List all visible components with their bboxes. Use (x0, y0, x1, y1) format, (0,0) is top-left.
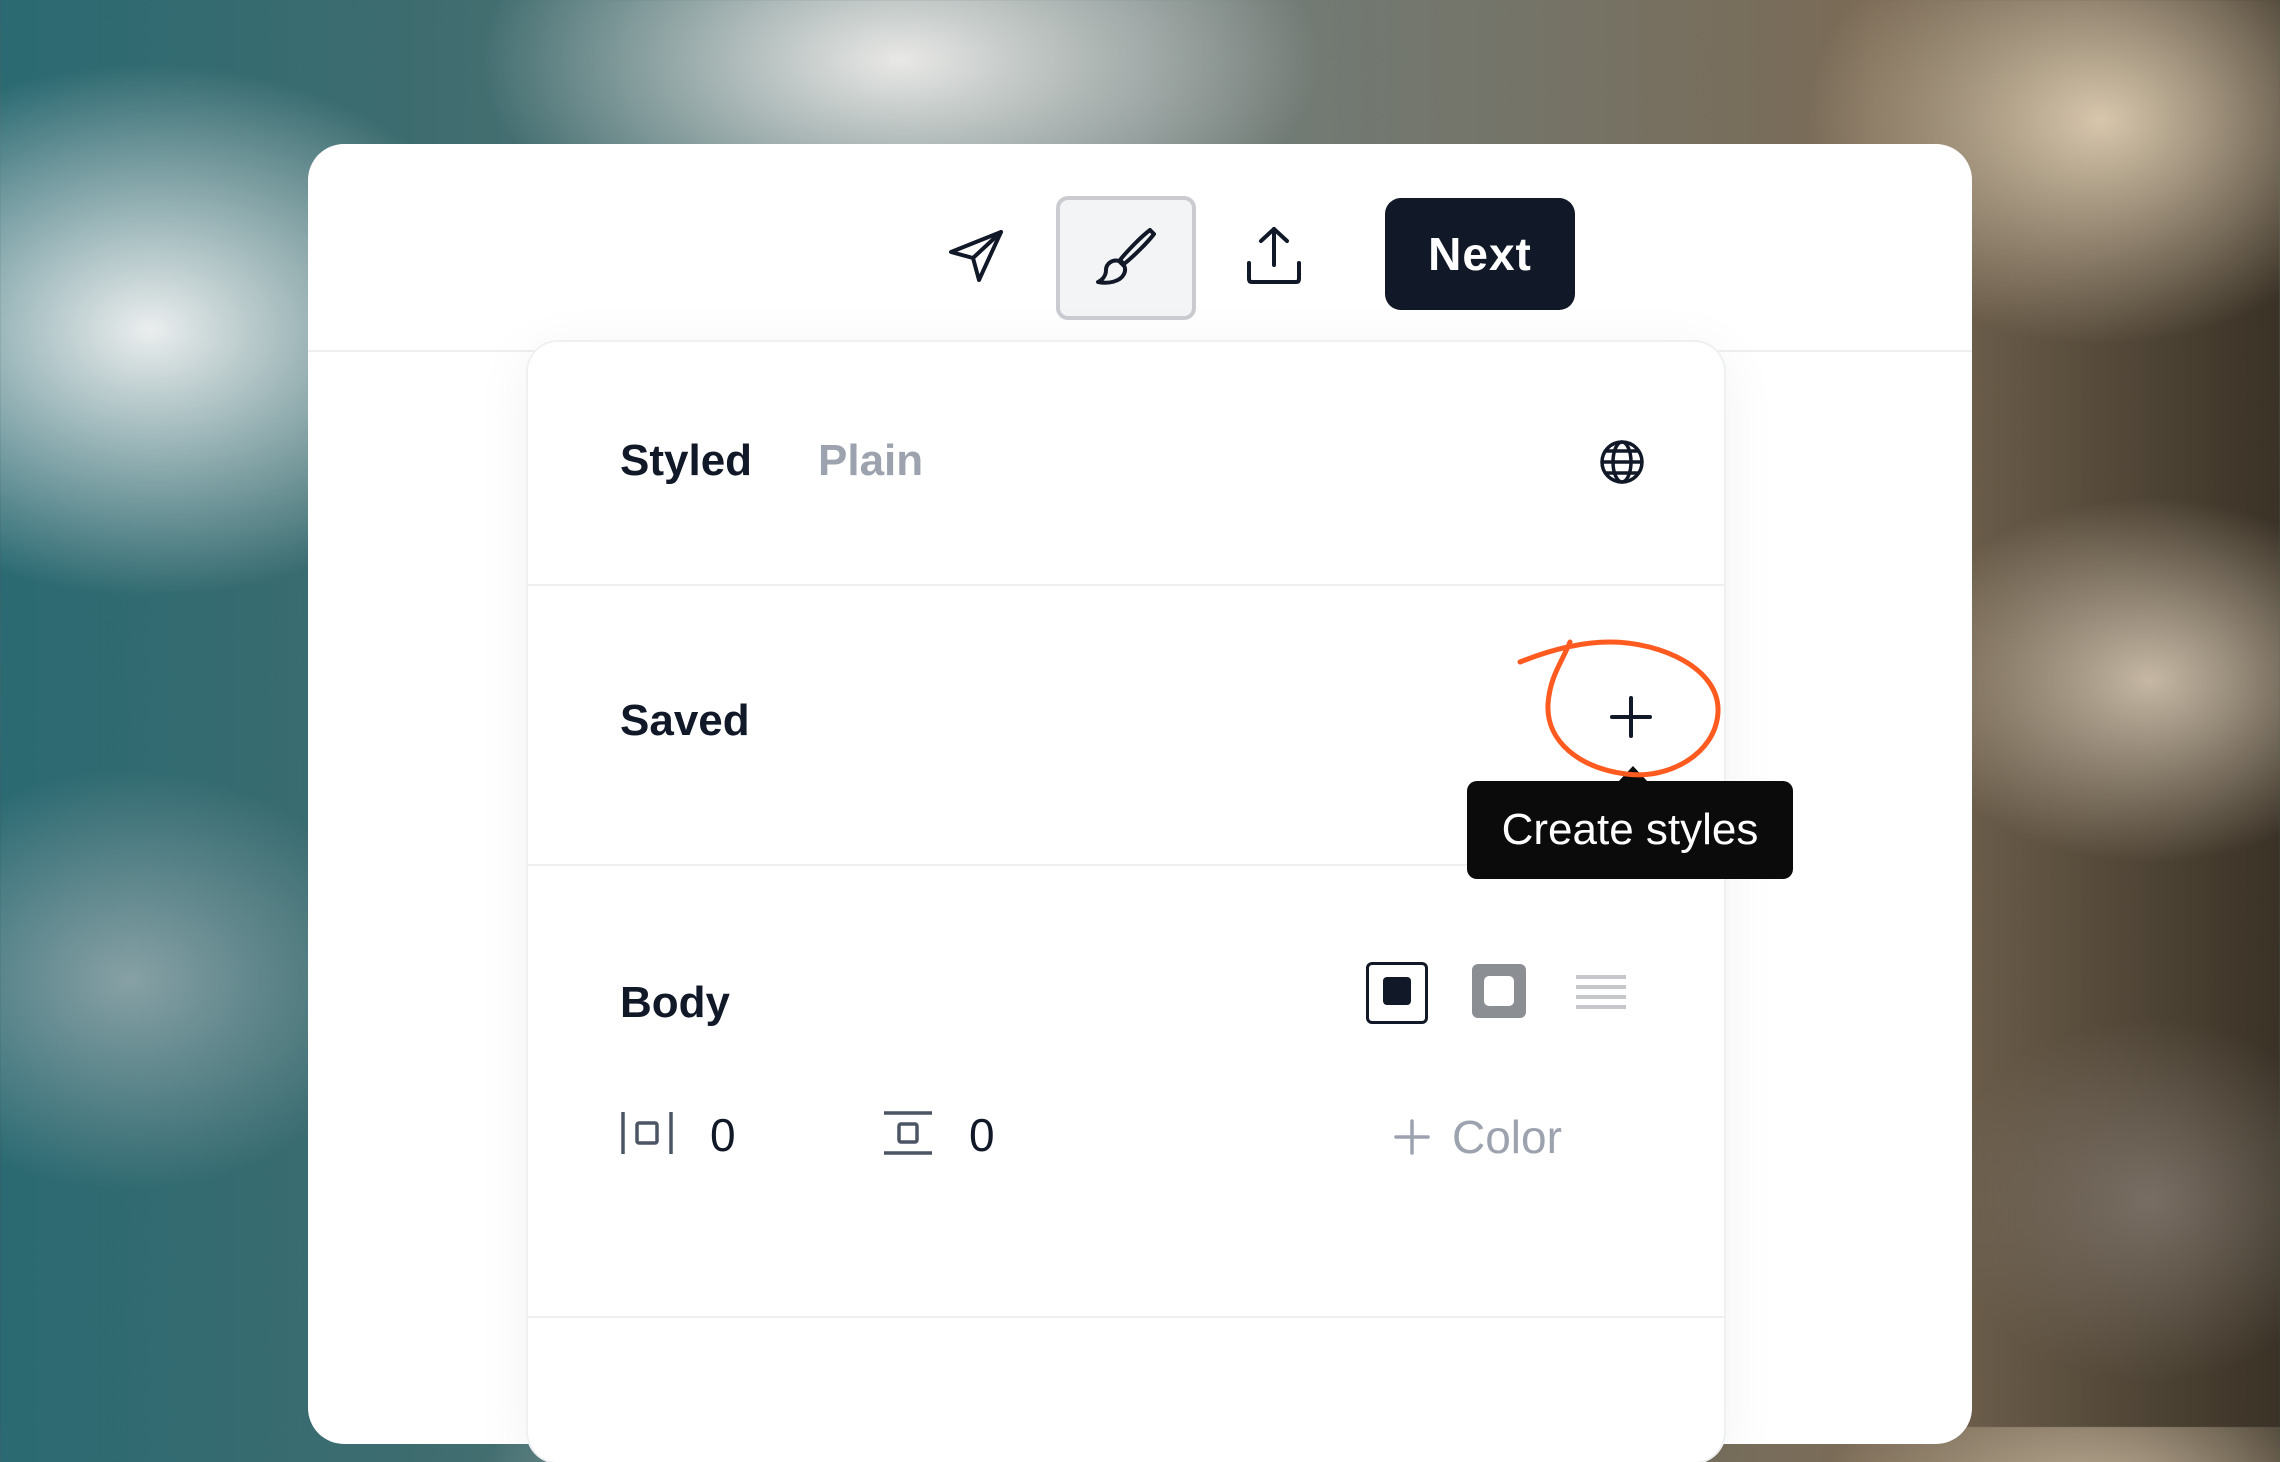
horizontal-padding-control[interactable]: 0 (620, 1108, 736, 1162)
plus-icon (1608, 694, 1654, 745)
paintbrush-tool-button[interactable] (1056, 196, 1196, 320)
next-button[interactable]: Next (1385, 198, 1575, 310)
tabs-section: Styled Plain (528, 342, 1724, 586)
horizontal-padding-icon (620, 1110, 674, 1161)
filled-style-button[interactable] (1366, 962, 1428, 1024)
saved-title: Saved (620, 696, 750, 745)
send-icon (945, 224, 1009, 293)
body-title: Body (620, 978, 730, 1027)
toolbar: Next (308, 144, 1972, 352)
lines-style-button[interactable] (1570, 962, 1632, 1024)
outlined-style-button[interactable] (1468, 962, 1530, 1024)
vertical-padding-control[interactable]: 0 (883, 1108, 995, 1162)
body-section: Body 0 0 Color (528, 866, 1724, 1318)
create-styles-tooltip: Create styles (1467, 781, 1793, 879)
vertical-padding-icon (883, 1110, 933, 1161)
tab-plain[interactable]: Plain (818, 436, 923, 486)
outlined-square-icon (1472, 963, 1526, 1023)
tooltip-arrow (1618, 766, 1648, 782)
add-color-button[interactable]: Color (1394, 1110, 1562, 1164)
paintbrush-icon (1092, 222, 1160, 295)
upload-icon (1241, 223, 1307, 294)
filled-square-icon (1381, 975, 1413, 1012)
send-tool-button[interactable] (907, 196, 1047, 320)
horizontal-padding-value: 0 (710, 1109, 736, 1161)
add-color-label: Color (1452, 1111, 1562, 1163)
globe-icon[interactable] (1598, 438, 1646, 491)
upload-tool-button[interactable] (1204, 196, 1344, 320)
lines-icon (1574, 971, 1628, 1016)
add-color-plus-icon (1394, 1110, 1430, 1164)
vertical-padding-value: 0 (969, 1109, 995, 1161)
tab-styled[interactable]: Styled (620, 436, 752, 486)
styles-panel: Styled Plain Saved Body 0 0 Color (528, 342, 1724, 1462)
create-styles-button[interactable] (1598, 686, 1664, 752)
